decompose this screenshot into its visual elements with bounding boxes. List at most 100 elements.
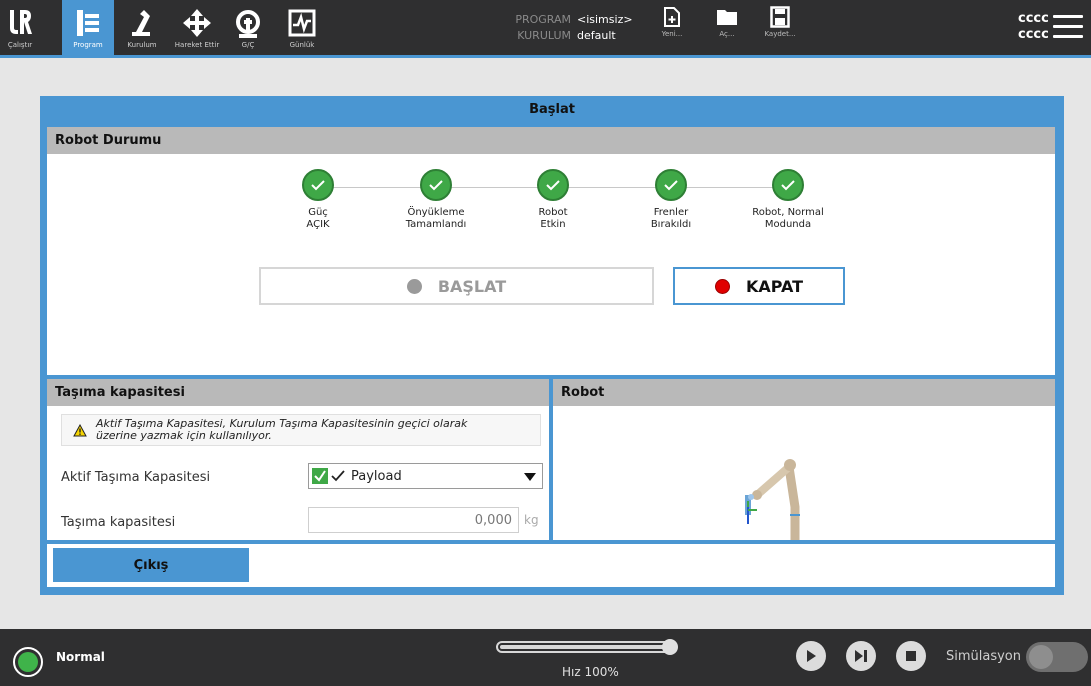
red-dot-icon [714, 278, 730, 294]
program-info: PROGRAM <isimsiz> KURULUM default [505, 12, 633, 44]
warning-text-line-2: üzerine yazmak için kullanılıyor. [96, 429, 272, 442]
step-label: Frenler [653, 207, 689, 218]
installation-name: default [577, 29, 616, 42]
check-icon [420, 169, 452, 201]
status-step-enabled: Robot Etkin [498, 169, 608, 231]
top-bar: Çalıştır Program Kurulum Hareket Ettir G… [0, 0, 1091, 58]
robot-3d-view[interactable] [735, 457, 825, 540]
start-button[interactable]: BAŞLAT [259, 267, 654, 305]
simulation-label: Simülasyon [946, 649, 1022, 664]
gray-dot-icon [406, 278, 422, 294]
new-file-icon [664, 7, 680, 27]
robot-header: Robot [553, 379, 1055, 406]
step-label: Güç [308, 207, 328, 218]
payload-mass-value: 0,000 [474, 513, 512, 528]
step-label: Robot [538, 207, 568, 218]
program-name: <isimsiz> [577, 13, 633, 26]
warning-icon [73, 424, 87, 437]
move-arrows-icon [182, 6, 212, 40]
exit-button[interactable]: Çıkış [53, 548, 249, 582]
robot-status-header: Robot Durumu [47, 127, 1055, 154]
checkmark-icon [331, 470, 345, 482]
check-icon [772, 169, 804, 201]
new-file-label: Yeni... [661, 30, 683, 38]
active-payload-label: Aktif Taşıma Kapasitesi [61, 470, 211, 485]
payload-panel: Taşıma kapasitesi Aktif Taşıma Kapasites… [47, 379, 549, 540]
nav-installation[interactable]: Kurulum [122, 0, 162, 55]
check-icon [302, 169, 334, 201]
step-label: Robot, Normal [752, 207, 824, 218]
play-icon [807, 650, 816, 662]
folder-icon [717, 10, 737, 25]
payload-mass-label: Taşıma kapasitesi [61, 515, 176, 530]
robot-panel: Robot [553, 379, 1055, 540]
step-sublabel: Modunda [764, 219, 812, 230]
robot-arm-icon [127, 6, 157, 40]
speed-slider-fill [500, 645, 672, 649]
green-check-icon [312, 468, 328, 484]
active-payload-value: Payload [351, 469, 402, 484]
simulation-toggle[interactable] [1026, 642, 1088, 672]
active-payload-select[interactable]: Payload [308, 463, 543, 489]
save-file-label: Kaydet... [764, 30, 796, 38]
start-button-label: BAŞLAT [437, 276, 507, 296]
speed-label: Hız 100% [562, 665, 619, 679]
status-led-icon[interactable] [13, 647, 43, 677]
stop-button[interactable] [896, 641, 926, 671]
speed-slider[interactable] [496, 639, 678, 655]
stop-icon [906, 651, 916, 661]
user-name-line-1: cccc [1018, 11, 1049, 26]
payload-mass-unit: kg [524, 513, 539, 527]
user-name: cccc cccc [1018, 11, 1049, 43]
dialog-title: Başlat [529, 102, 575, 117]
hamburger-menu-icon[interactable] [1053, 15, 1083, 39]
step-sublabel: Etkin [540, 219, 566, 230]
play-button[interactable] [796, 641, 826, 671]
step-label: Önyükleme [407, 207, 465, 218]
payload-mass-input[interactable]: 0,000 [308, 507, 519, 533]
step-icon [855, 650, 867, 662]
nav-io[interactable]: G/Ç [230, 0, 266, 55]
speed-slider-handle[interactable] [662, 639, 678, 655]
status-step-boot: Önyükleme Tamamlandı [381, 169, 491, 231]
payload-header: Taşıma kapasitesi [47, 379, 549, 406]
nav-io-label: G/Ç [241, 41, 255, 49]
bottom-bar: Normal Hız 100% Simülasyon [0, 629, 1091, 686]
save-file-button[interactable]: Kaydet... [760, 6, 800, 38]
step-sublabel: Bırakıldı [650, 219, 692, 230]
step-sublabel: Tamamlandı [405, 219, 467, 230]
open-file-label: Aç... [719, 30, 735, 38]
robot-status-panel: Robot Durumu Güç AÇIK Önyükleme Tamamlandı… [47, 127, 1055, 375]
installation-key: KURULUM [517, 29, 571, 42]
nav-run[interactable]: Çalıştır [0, 0, 40, 55]
nav-run-label: Çalıştır [7, 41, 33, 49]
io-icon [233, 6, 263, 40]
power-off-button[interactable]: KAPAT [673, 267, 845, 305]
nav-program[interactable]: Program [62, 0, 114, 55]
nav-log[interactable]: Günlük [284, 0, 320, 55]
program-key: PROGRAM [515, 13, 571, 26]
step-button[interactable] [846, 641, 876, 671]
save-icon [770, 6, 790, 28]
check-icon [537, 169, 569, 201]
log-icon [287, 6, 317, 40]
status-step-power: Güç AÇIK [263, 169, 373, 231]
startup-dialog: Başlat Robot Durumu Güç AÇIK Önyükleme Tam… [40, 96, 1064, 595]
check-icon [655, 169, 687, 201]
payload-warning: Aktif Taşıma Kapasitesi, Kurulum Taşıma … [61, 414, 541, 446]
nav-move[interactable]: Hareket Ettir [168, 0, 226, 55]
robot-status-text: Normal [56, 650, 105, 664]
dropdown-arrow-icon [524, 473, 536, 481]
status-step-normal-mode: Robot, Normal Modunda [733, 169, 843, 231]
simulation-toggle-knob [1029, 645, 1053, 669]
ur-logo-icon [5, 6, 35, 40]
step-sublabel: AÇIK [306, 219, 330, 230]
program-tree-icon [73, 6, 103, 40]
open-file-button[interactable]: Aç... [707, 6, 747, 38]
nav-move-label: Hareket Ettir [174, 41, 220, 49]
status-step-brakes: Frenler Bırakıldı [616, 169, 726, 231]
top-bar-accent [0, 55, 1091, 58]
nav-installation-label: Kurulum [127, 41, 157, 49]
new-file-button[interactable]: Yeni... [652, 6, 692, 38]
nav-log-label: Günlük [289, 41, 315, 49]
